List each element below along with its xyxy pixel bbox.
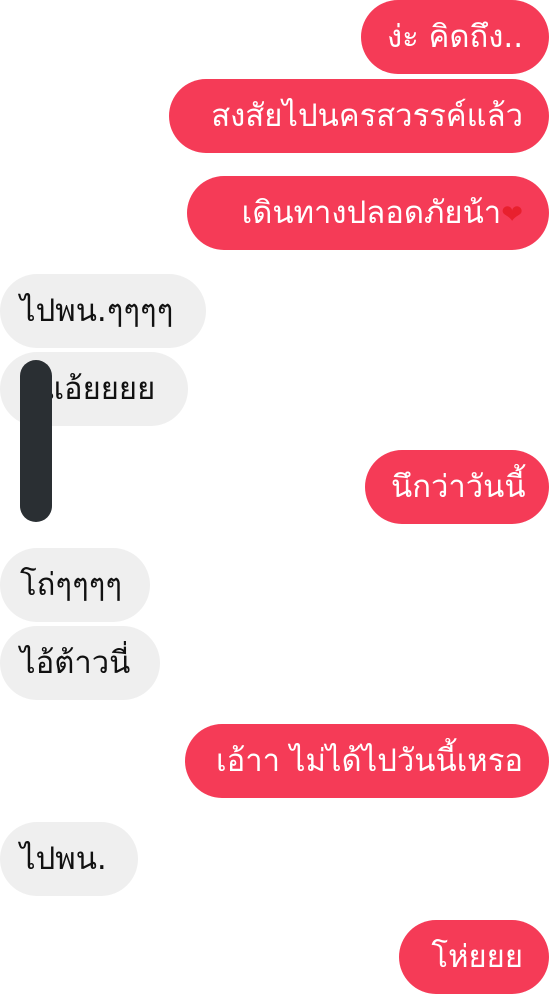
message-outgoing[interactable]: ง่ะ คิดถึง.. xyxy=(361,0,549,74)
message-text: ไปพน. xyxy=(20,841,107,877)
heart-emoji-icon: ❤ xyxy=(501,200,523,230)
message-outgoing[interactable]: นึกว่าวันนี้ xyxy=(365,450,549,524)
message-incoming[interactable]: โถ่ๆๆๆๆ xyxy=(0,548,150,622)
message-outgoing[interactable]: สงสัยไปนครสวรรค์แล้ว xyxy=(169,79,549,153)
message-text: แอ้ยยยย xyxy=(44,371,156,407)
message-text: เดินทางปลอดภัยน้า xyxy=(241,195,502,231)
message-outgoing[interactable]: เดินทางปลอดภัยน้า❤ xyxy=(187,176,549,250)
message-text: นึกว่าวันนี้ xyxy=(391,469,526,505)
redaction-scribble xyxy=(20,360,52,522)
message-text: โถ่ๆๆๆๆ xyxy=(20,567,123,603)
message-text: ไอ้ต้าวนี่ xyxy=(20,645,131,681)
message-text: ไปพน.ๆๆๆๆ xyxy=(20,293,174,329)
message-text: เอ้าา ไม่ได้ไปวันนี้เหรอ xyxy=(216,743,523,779)
chat-thread: ง่ะ คิดถึง.. สงสัยไปนครสวรรค์แล้ว เดินทา… xyxy=(0,0,554,998)
message-text: สงสัยไปนครสวรรค์แล้ว xyxy=(211,98,523,134)
message-incoming[interactable]: ไอ้ต้าวนี่ xyxy=(0,626,160,700)
message-text: ง่ะ คิดถึง.. xyxy=(387,19,524,55)
message-outgoing[interactable]: เอ้าา ไม่ได้ไปวันนี้เหรอ xyxy=(185,724,549,798)
message-incoming[interactable]: ไปพน.ๆๆๆๆ xyxy=(0,274,206,348)
message-incoming[interactable]: ไปพน. xyxy=(0,822,138,896)
message-outgoing[interactable]: โห่ยยย xyxy=(399,920,549,994)
message-text: โห่ยยย xyxy=(431,939,523,975)
